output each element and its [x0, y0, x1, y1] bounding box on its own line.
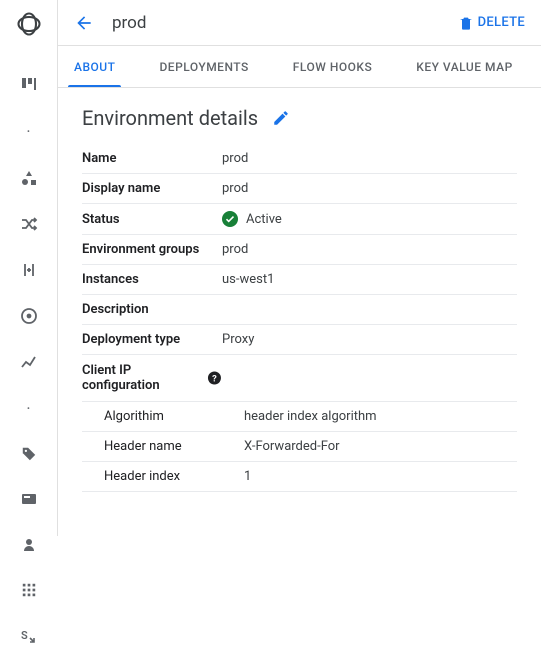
client-ip-config-label: Client IP configuration ? — [82, 355, 222, 401]
instances-label: Instances — [82, 265, 222, 295]
description-label: Description — [82, 295, 222, 325]
tabs: ABOUT DEPLOYMENTS FLOW HOOKS KEY VALUE M… — [58, 46, 541, 88]
nav-spec-icon[interactable] — [20, 169, 38, 187]
page-title: prod — [112, 13, 146, 33]
left-sidebar: · · S — [0, 0, 58, 536]
table-row: Instancesus-west1 — [82, 265, 517, 295]
nav-dot-1: · — [26, 122, 30, 141]
instances-value: us-west1 — [222, 265, 517, 295]
nav-security-icon[interactable] — [20, 307, 38, 325]
delete-button[interactable]: DELETE — [458, 15, 525, 31]
table-row: Environment groupsprod — [82, 235, 517, 265]
name-value: prod — [222, 144, 517, 174]
delete-button-label: DELETE — [478, 15, 525, 30]
status-label: Status — [82, 204, 222, 235]
nav-card-icon[interactable] — [20, 490, 38, 508]
logo-icon — [15, 10, 43, 38]
svg-text:?: ? — [212, 374, 217, 385]
nav-dot-2: · — [26, 399, 30, 418]
status-active-icon — [222, 211, 238, 227]
header-index-label: Header index — [82, 462, 222, 492]
tab-flow-hooks[interactable]: FLOW HOOKS — [293, 46, 372, 87]
table-row: Display nameprod — [82, 174, 517, 204]
edit-icon[interactable] — [272, 109, 290, 127]
table-row: Nameprod — [82, 144, 517, 174]
nav-dashboard-icon[interactable] — [20, 76, 38, 94]
algorithm-label: Algorithim — [82, 402, 222, 432]
header-name-value: X-Forwarded-For — [222, 432, 517, 462]
env-groups-value: prod — [222, 235, 517, 265]
table-row: Description — [82, 295, 517, 325]
trash-icon — [458, 15, 474, 31]
header-index-value: 1 — [222, 462, 517, 492]
tab-about[interactable]: ABOUT — [74, 46, 115, 87]
display-name-label: Display name — [82, 174, 222, 204]
section-title: Environment details — [82, 106, 517, 130]
name-label: Name — [82, 144, 222, 174]
display-name-value: prod — [222, 174, 517, 204]
header: prod DELETE — [58, 0, 541, 46]
table-row: Header nameX-Forwarded-For — [82, 432, 517, 462]
nav-apps-icon[interactable] — [21, 582, 37, 598]
tab-deployments[interactable]: DEPLOYMENTS — [159, 46, 248, 87]
table-row: Status Active — [82, 204, 517, 235]
content: Environment details Nameprod Display nam… — [58, 88, 541, 492]
main-panel: prod DELETE ABOUT DEPLOYMENTS FLOW HOOKS… — [58, 0, 541, 536]
deployment-type-label: Deployment type — [82, 325, 222, 355]
table-row: Client IP configuration ? — [82, 355, 517, 402]
nav-shuffle-icon[interactable] — [20, 215, 38, 233]
header-name-label: Header name — [82, 432, 222, 462]
deployment-type-value: Proxy — [222, 325, 517, 355]
details-table: Nameprod Display nameprod Status Active … — [82, 144, 517, 492]
help-icon[interactable]: ? — [207, 370, 222, 386]
table-row: Algorithimheader index algorithm — [82, 402, 517, 432]
nav-publish-icon[interactable] — [20, 261, 38, 279]
algorithm-value: header index algorithm — [222, 402, 517, 432]
nav-user-icon[interactable] — [20, 536, 38, 554]
nav-tag-icon[interactable] — [21, 446, 37, 462]
nav-analytics-icon[interactable] — [20, 353, 38, 371]
nav-currency-icon[interactable]: S — [19, 626, 39, 646]
status-value: Active — [222, 211, 517, 227]
env-groups-label: Environment groups — [82, 235, 222, 265]
description-value — [222, 295, 517, 325]
svg-text:S: S — [21, 629, 28, 642]
back-arrow-icon[interactable] — [74, 13, 94, 33]
table-row: Deployment typeProxy — [82, 325, 517, 355]
table-row: Header index1 — [82, 462, 517, 492]
tab-key-value-map[interactable]: KEY VALUE MAP — [416, 46, 513, 87]
